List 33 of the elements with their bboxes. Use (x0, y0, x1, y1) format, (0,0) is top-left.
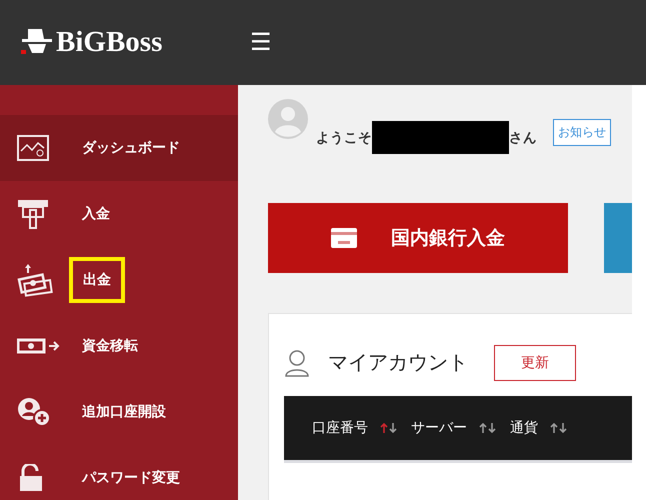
atm-icon (17, 198, 49, 230)
sidebar-label: パスワード変更 (82, 469, 180, 487)
welcome-text: ようこそ さん (316, 121, 537, 154)
sort-icon[interactable] (479, 422, 496, 432)
sidebar-item[interactable]: ダッシュボード (0, 115, 238, 181)
refresh-button[interactable]: 更新 (494, 344, 576, 380)
highlighted-label: 出金 (69, 257, 125, 303)
sidebar-label: 追加口座開設 (82, 403, 166, 421)
column-header[interactable]: 口座番号 (312, 418, 368, 436)
logo-text: BiGBoss (56, 26, 162, 59)
sidebar-item[interactable]: パスワード変更 (0, 445, 238, 500)
column-header[interactable]: サーバー (411, 418, 467, 436)
sidebar-label: 入金 (82, 205, 110, 223)
sort-icon[interactable] (380, 422, 397, 432)
cash-transfer-icon (17, 338, 61, 354)
card-icon (331, 228, 357, 248)
column-header[interactable]: 通貨 (510, 418, 538, 436)
sidebar-item[interactable]: 資金移転 (0, 313, 238, 379)
sidebar-item[interactable]: 出金 (0, 247, 238, 313)
cash-icon (17, 263, 53, 297)
sidebar-label: ダッシュボード (82, 139, 180, 157)
user-icon (284, 348, 310, 376)
menu-button[interactable]: ☰ (246, 28, 276, 57)
deposit-tile[interactable]: 国内銀行入金 (268, 202, 568, 272)
avatar-icon (268, 99, 308, 139)
chart-icon (17, 135, 49, 161)
sidebar-item[interactable]: 入金 (0, 181, 238, 247)
sort-icon[interactable] (550, 422, 567, 432)
lock-icon (17, 464, 45, 492)
sidebar-item[interactable]: 追加口座開設 (0, 379, 238, 445)
card-title: マイアカウント (328, 349, 468, 376)
user-add-icon (17, 397, 51, 427)
sidebar-label: 資金移転 (82, 337, 138, 355)
